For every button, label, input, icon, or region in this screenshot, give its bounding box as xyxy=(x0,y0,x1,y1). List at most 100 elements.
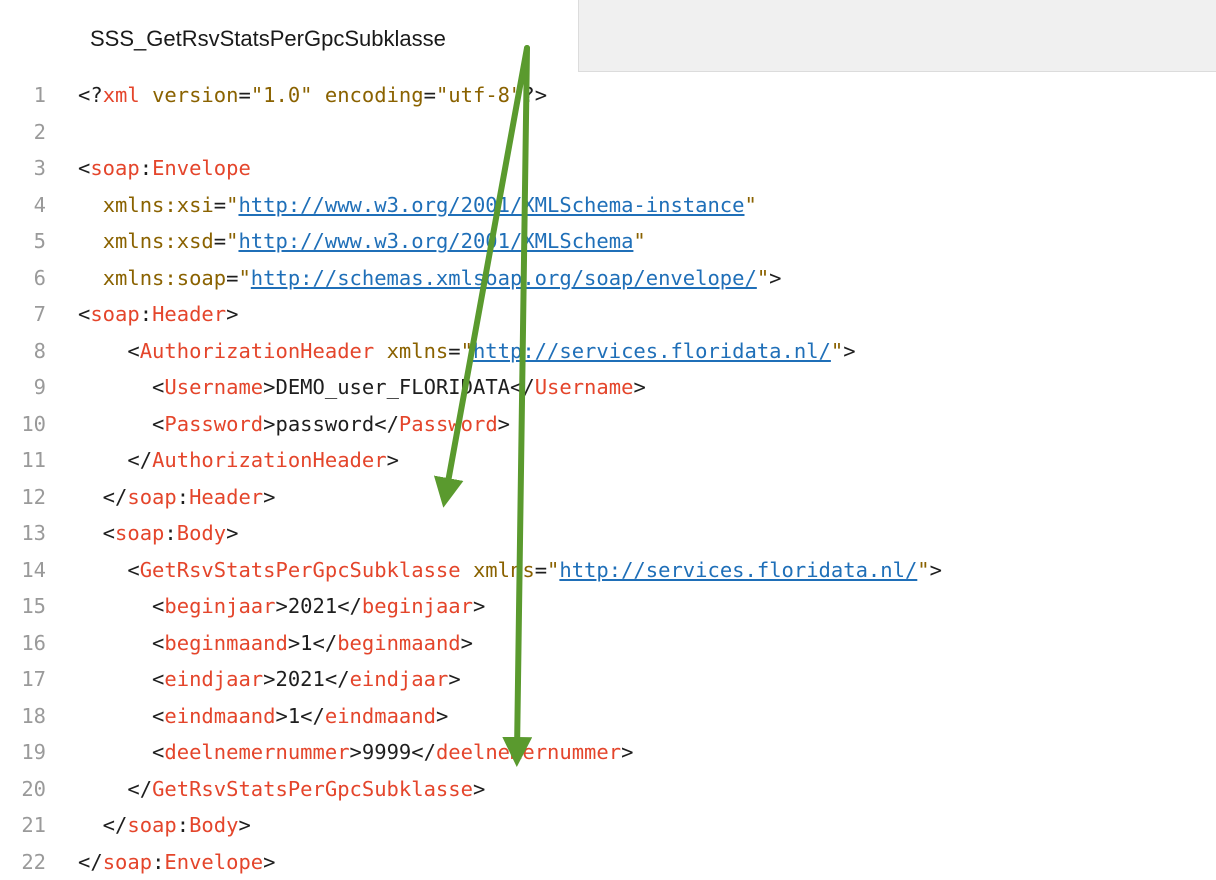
line-content: </GetRsvStatsPerGpcSubklasse> xyxy=(78,771,485,808)
url-link[interactable]: http://services.floridata.nl/ xyxy=(559,558,917,582)
line-number: 7 xyxy=(0,296,46,333)
code-line: 20 </GetRsvStatsPerGpcSubklasse> xyxy=(0,771,1216,808)
url-link[interactable]: http://www.w3.org/2001/XMLSchema xyxy=(238,229,633,253)
xml-tag-name: Password xyxy=(399,412,498,436)
xml-tag-name: eindjaar xyxy=(164,667,263,691)
line-number: 14 xyxy=(0,552,46,589)
xml-tag-name: beginjaar xyxy=(164,594,275,618)
xml-string: " xyxy=(226,193,238,217)
code-text: : xyxy=(164,521,176,545)
line-content: <soap:Header> xyxy=(78,296,238,333)
code-line: 6 xmlns:soap="http://schemas.xmlsoap.org… xyxy=(0,260,1216,297)
line-content: <soap:Envelope xyxy=(78,150,251,187)
xml-attribute: xmlns:xsi xyxy=(103,193,214,217)
code-text: > xyxy=(226,521,238,545)
line-content: <eindjaar>2021</eindjaar> xyxy=(78,661,461,698)
xml-tag-name: deelnemernummer xyxy=(436,740,621,764)
xml-attribute: xmlns xyxy=(473,558,535,582)
code-text: < xyxy=(78,704,164,728)
code-text: > xyxy=(930,558,942,582)
line-number: 13 xyxy=(0,515,46,552)
line-content: <GetRsvStatsPerGpcSubklasse xmlns="http:… xyxy=(78,552,942,589)
code-text: > xyxy=(473,594,485,618)
line-content: <beginmaand>1</beginmaand> xyxy=(78,625,473,662)
line-number: 22 xyxy=(0,844,46,880)
code-text: < xyxy=(78,412,164,436)
line-number: 2 xyxy=(0,114,46,151)
code-text xyxy=(78,229,103,253)
url-link[interactable]: http://schemas.xmlsoap.org/soap/envelope… xyxy=(251,266,757,290)
code-line: 4 xmlns:xsi="http://www.w3.org/2001/XMLS… xyxy=(0,187,1216,224)
xml-tag-name: GetRsvStatsPerGpcSubklasse xyxy=(140,558,461,582)
code-line: 3<soap:Envelope xyxy=(0,150,1216,187)
code-line: 19 <deelnemernummer>9999</deelnemernumme… xyxy=(0,734,1216,771)
editor-tab[interactable]: SSS_GetRsvStatsPerGpcSubklasse xyxy=(0,0,578,72)
line-number: 11 xyxy=(0,442,46,479)
xml-attribute: encoding xyxy=(325,83,424,107)
line-number: 19 xyxy=(0,734,46,771)
xml-tag-name: soap xyxy=(103,850,152,874)
xml-string: " xyxy=(238,266,250,290)
code-text: > xyxy=(621,740,633,764)
xml-tag-name: eindmaand xyxy=(325,704,436,728)
xml-attribute: version xyxy=(152,83,238,107)
code-text: >2021</ xyxy=(263,667,349,691)
line-content: xmlns:soap="http://schemas.xmlsoap.org/s… xyxy=(78,260,782,297)
xml-tag-name: eindjaar xyxy=(350,667,449,691)
line-content: xmlns:xsd="http://www.w3.org/2001/XMLSch… xyxy=(78,223,646,260)
code-text: = xyxy=(424,83,436,107)
xml-string: " xyxy=(745,193,757,217)
xml-tag-name: soap xyxy=(127,813,176,837)
url-link[interactable]: http://services.floridata.nl/ xyxy=(473,339,831,363)
code-text xyxy=(313,83,325,107)
tab-title: SSS_GetRsvStatsPerGpcSubklasse xyxy=(90,26,446,52)
code-text: </ xyxy=(78,448,152,472)
code-text xyxy=(78,266,103,290)
code-text: < xyxy=(78,594,164,618)
code-text: > xyxy=(436,704,448,728)
line-content: </soap:Envelope> xyxy=(78,844,276,880)
code-text: >9999</ xyxy=(350,740,436,764)
code-text: > xyxy=(633,375,645,399)
code-text: >1</ xyxy=(276,704,325,728)
line-number: 17 xyxy=(0,661,46,698)
code-text: </ xyxy=(78,850,103,874)
code-text: > xyxy=(387,448,399,472)
xml-tag-name: Header xyxy=(189,485,263,509)
code-text: > xyxy=(226,302,238,326)
line-content: </soap:Body> xyxy=(78,807,251,844)
code-text: < xyxy=(78,521,115,545)
editor-tab-bar: SSS_GetRsvStatsPerGpcSubklasse xyxy=(0,0,1216,72)
code-line: 22 </soap:Envelope> xyxy=(0,844,1216,880)
code-text: >2021</ xyxy=(276,594,362,618)
line-number: 20 xyxy=(0,771,46,808)
code-text: > xyxy=(769,266,781,290)
xml-tag-name: Password xyxy=(164,412,263,436)
line-content: <Password>password</Password> xyxy=(78,406,510,443)
line-content: <Username>DEMO_user_FLORIDATA</Username> xyxy=(78,369,646,406)
code-line: 17 <eindjaar>2021</eindjaar> xyxy=(0,661,1216,698)
code-text: = xyxy=(214,229,226,253)
xml-tag-name: Username xyxy=(535,375,634,399)
code-line: 10 <Password>password</Password> xyxy=(0,406,1216,443)
code-text: </ xyxy=(78,485,127,509)
code-text: : xyxy=(140,302,152,326)
xml-tag-name: Username xyxy=(164,375,263,399)
code-editor[interactable]: 1<?xml version="1.0" encoding="utf-8"?>2… xyxy=(0,77,1216,880)
xml-string: " xyxy=(633,229,645,253)
code-text: = xyxy=(214,193,226,217)
code-text: < xyxy=(78,156,90,180)
xml-string: " xyxy=(757,266,769,290)
code-text: = xyxy=(226,266,238,290)
code-line: 15 <beginjaar>2021</beginjaar> xyxy=(0,588,1216,625)
code-text: > xyxy=(448,667,460,691)
code-text: = xyxy=(448,339,460,363)
xml-tag-name: Envelope xyxy=(152,156,251,180)
url-link[interactable]: http://www.w3.org/2001/XMLSchema-instanc… xyxy=(238,193,744,217)
code-text: < xyxy=(78,667,164,691)
line-content: <?xml version="1.0" encoding="utf-8"?> xyxy=(78,77,547,114)
code-text: < xyxy=(78,558,140,582)
xml-tag-name: soap xyxy=(115,521,164,545)
code-text: < xyxy=(78,631,164,655)
code-text: : xyxy=(152,850,164,874)
